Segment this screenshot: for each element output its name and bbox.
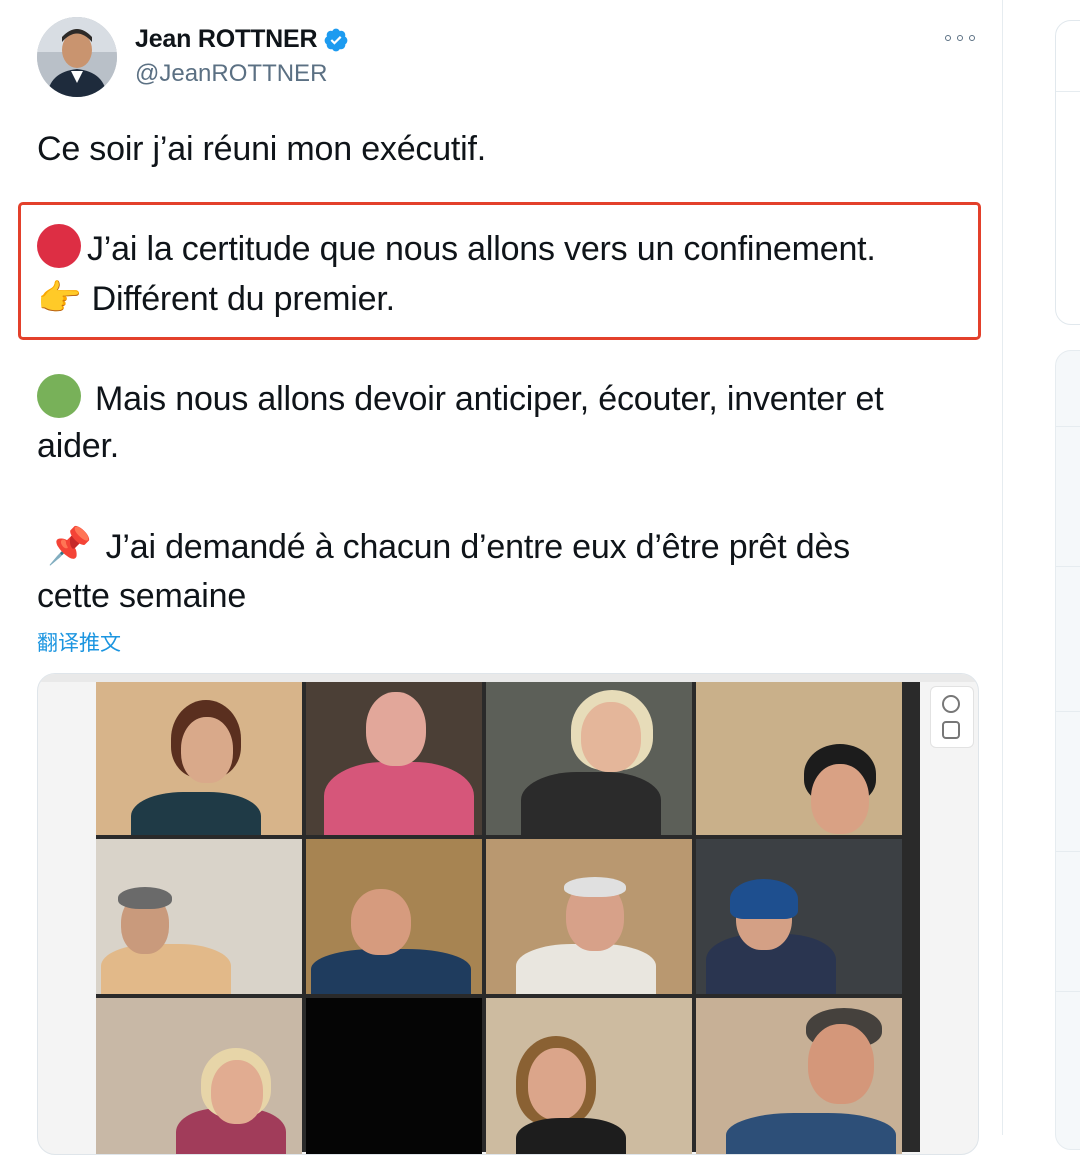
participant-video-tile bbox=[96, 839, 302, 994]
avatar[interactable] bbox=[37, 17, 117, 97]
more-dot bbox=[945, 35, 951, 41]
more-dot bbox=[969, 35, 975, 41]
divider bbox=[1056, 91, 1080, 92]
participant-video-tile bbox=[96, 998, 302, 1154]
line-3-text: Différent du premier. bbox=[91, 280, 395, 318]
pushpin-icon: 📌 bbox=[47, 525, 92, 566]
verified-badge-icon bbox=[324, 28, 348, 51]
tweet-card: Jean ROTTNER @JeanROTTNER Ce soir j’ai r… bbox=[0, 0, 1003, 1155]
green-circle-icon bbox=[37, 374, 81, 418]
tweet-text-line-2: J’ai la certitude que nous allons vers u… bbox=[37, 224, 876, 273]
author-handle[interactable]: @JeanROTTNER bbox=[135, 60, 327, 88]
tweet-text-line-5: aider. bbox=[37, 427, 119, 465]
window-topbar bbox=[38, 674, 978, 682]
more-dot bbox=[957, 35, 963, 41]
avatar-icon bbox=[37, 17, 117, 97]
participant-video-tile bbox=[96, 682, 302, 835]
video-toolbar bbox=[930, 686, 974, 748]
more-options-icon[interactable] bbox=[945, 28, 975, 48]
participant-video-tile bbox=[486, 839, 692, 994]
divider bbox=[1056, 711, 1080, 712]
divider bbox=[1056, 566, 1080, 567]
divider bbox=[1056, 991, 1080, 992]
participants-icon[interactable] bbox=[942, 695, 960, 713]
chat-icon[interactable] bbox=[942, 721, 960, 739]
participant-video-tile bbox=[486, 682, 692, 835]
participant-video-tile bbox=[486, 998, 692, 1154]
participant-video-tile bbox=[306, 682, 482, 835]
participant-video-tile bbox=[306, 998, 482, 1154]
participant-video-tile bbox=[696, 839, 902, 994]
author-name[interactable]: Jean ROTTNER bbox=[135, 25, 349, 54]
participant-video-tile bbox=[306, 839, 482, 994]
tweet-text-line-6: 📌 J’ai demandé à chacun d’entre eux d’êtr… bbox=[37, 522, 850, 571]
line-2-text: J’ai la certitude que nous allons vers u… bbox=[87, 230, 876, 268]
video-call-grid bbox=[96, 682, 920, 1154]
translate-tweet-link[interactable]: 翻译推文 bbox=[37, 627, 121, 657]
tweet-text-line-1: Ce soir j’ai réuni mon exécutif. bbox=[37, 130, 487, 168]
tweet-media-image[interactable] bbox=[37, 673, 979, 1155]
sidebar-search-box[interactable] bbox=[1055, 20, 1080, 325]
line-6-text: J’ai demandé à chacun d’entre eux d’être… bbox=[105, 528, 851, 566]
pointing-hand-icon: 👉 bbox=[37, 277, 82, 318]
line-4-text: Mais nous allons devoir anticiper, écout… bbox=[95, 380, 884, 418]
tweet-text-line-4: Mais nous allons devoir anticiper, écout… bbox=[37, 374, 884, 423]
sidebar-trends-panel bbox=[1055, 350, 1080, 1150]
participant-video-tile bbox=[696, 682, 902, 835]
tweet-text-line-7: cette semaine bbox=[37, 577, 247, 615]
author-name-text[interactable]: Jean ROTTNER bbox=[135, 25, 318, 54]
participant-video-tile bbox=[696, 998, 902, 1154]
divider bbox=[1056, 851, 1080, 852]
divider bbox=[1056, 426, 1080, 427]
tweet-text-line-3: 👉 Différent du premier. bbox=[37, 274, 395, 323]
red-circle-icon bbox=[37, 224, 81, 268]
